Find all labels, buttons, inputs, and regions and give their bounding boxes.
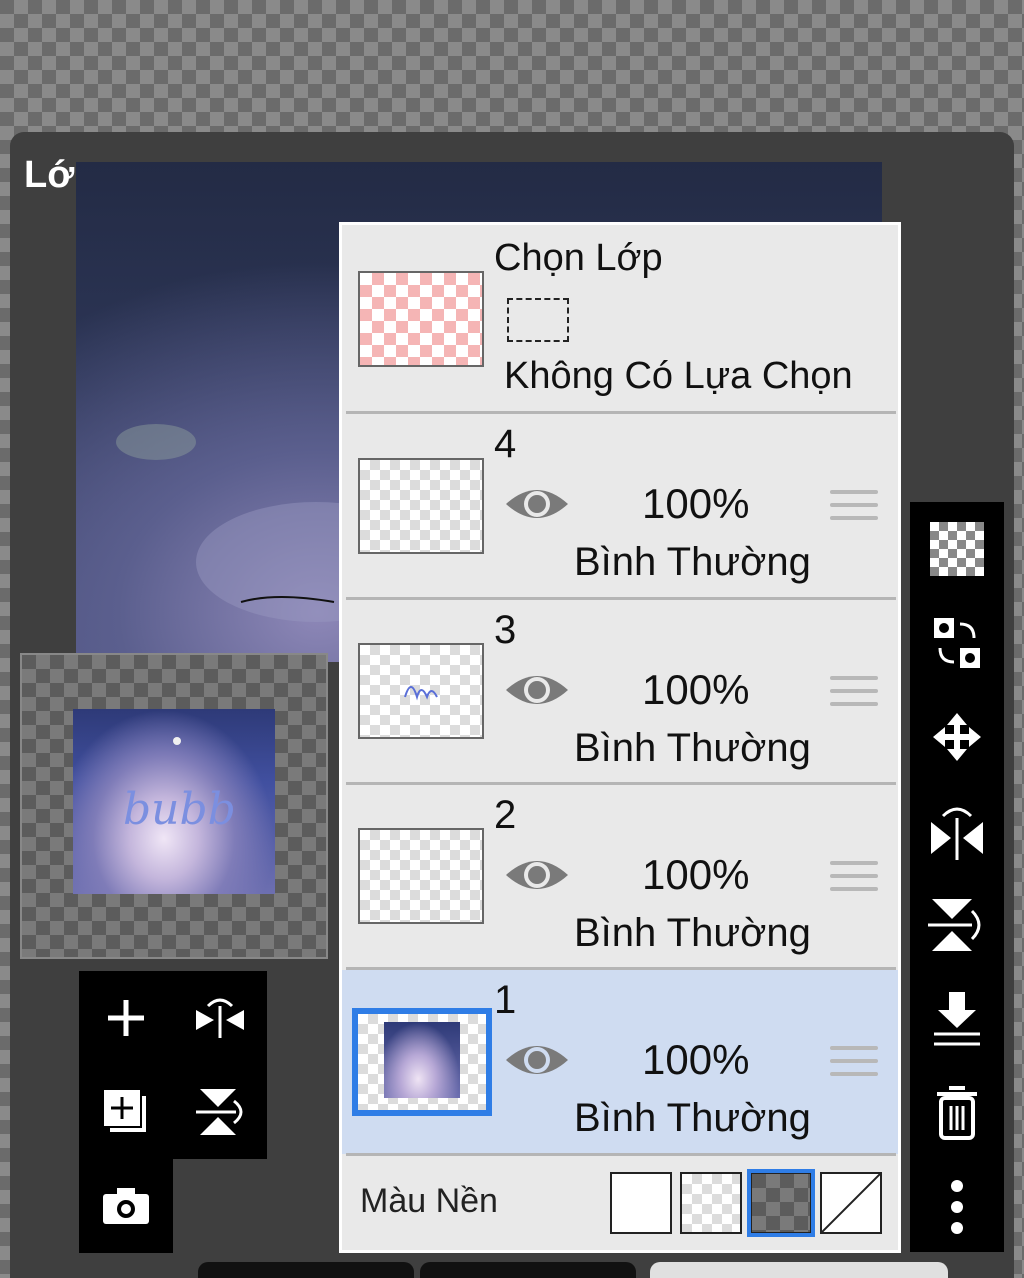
layer-opacity[interactable]: 100% <box>642 480 749 528</box>
camera-button[interactable] <box>79 1159 173 1253</box>
background-none-swatch[interactable] <box>820 1172 882 1234</box>
layer-blend-mode[interactable]: Bình Thường <box>574 1096 811 1141</box>
bottom-tab[interactable] <box>198 1262 414 1278</box>
layer-blend-mode[interactable]: Bình Thường <box>574 911 811 956</box>
background-white-swatch[interactable] <box>610 1172 672 1234</box>
layer-thumbnail <box>358 458 484 554</box>
layer-opacity[interactable]: 100% <box>642 1036 749 1084</box>
preview-watermark: bubb <box>123 784 236 835</box>
layer-thumbnail <box>358 643 484 739</box>
flip-vertical-button[interactable] <box>910 878 1004 972</box>
drag-handle-icon[interactable] <box>830 861 878 891</box>
flip-horizontal-icon <box>931 807 983 860</box>
layer-blend-mode[interactable]: Bình Thường <box>574 540 811 585</box>
add-copy-icon <box>102 1088 148 1134</box>
camera-icon <box>103 1188 149 1224</box>
selection-status: Không Có Lựa Chọn <box>504 355 853 397</box>
drag-handle-icon[interactable] <box>830 1046 878 1076</box>
drag-handle-icon[interactable] <box>830 490 878 520</box>
eye-icon[interactable] <box>504 1038 570 1082</box>
swap-layers-button[interactable] <box>910 596 1004 690</box>
rotate-flip-vertical-button[interactable] <box>173 1065 267 1159</box>
rotate-flip-horizontal-button[interactable] <box>173 971 267 1065</box>
preview-artwork: bubb <box>73 709 275 894</box>
layer-number: 2 <box>494 793 517 837</box>
selection-marquee-icon <box>507 298 569 342</box>
layer-row-1[interactable]: 1 100% Bình Thường <box>342 970 898 1154</box>
bottom-tab[interactable] <box>650 1262 948 1278</box>
selection-title: Chọn Lớp <box>494 237 663 279</box>
more-options-button[interactable] <box>910 1160 1004 1254</box>
flip-vertical-rotate-icon <box>196 1089 243 1135</box>
canvas-preview[interactable]: bubb <box>20 653 328 959</box>
background-color-row: Màu Nền <box>342 1156 898 1253</box>
eye-icon[interactable] <box>504 668 570 712</box>
drag-handle-icon[interactable] <box>830 676 878 706</box>
layer-thumbnail-art <box>384 1022 460 1098</box>
layer-number: 3 <box>494 608 517 652</box>
move-button[interactable] <box>910 690 1004 784</box>
plus-icon <box>108 1000 144 1036</box>
more-vertical-icon <box>951 1180 963 1234</box>
flip-horizontal-button[interactable] <box>910 784 1004 878</box>
layer-opacity[interactable]: 100% <box>642 666 749 714</box>
layer-row-4[interactable]: 4 100% Bình Thường <box>342 414 898 598</box>
swap-icon <box>934 618 980 668</box>
layer-opacity[interactable]: 100% <box>642 851 749 899</box>
add-layer-button[interactable] <box>79 971 173 1065</box>
layer-blend-mode[interactable]: Bình Thường <box>574 726 811 771</box>
bottom-tab[interactable] <box>420 1262 636 1278</box>
layer-thumbnail <box>352 1008 492 1116</box>
selection-thumbnail <box>358 271 484 367</box>
eye-icon[interactable] <box>504 482 570 526</box>
add-layer-copy-button[interactable] <box>79 1065 173 1159</box>
layer-thumbnail <box>358 828 484 924</box>
left-toolbar-bottom <box>79 1159 173 1253</box>
left-toolbar <box>79 971 267 1159</box>
layer-row-3[interactable]: 3 100% Bình Thường <box>342 600 898 784</box>
selection-layer-row[interactable]: Chọn Lớp Không Có Lựa Chọn <box>342 225 898 413</box>
move-arrows-icon <box>933 713 981 761</box>
background-color-label: Màu Nền <box>360 1182 498 1220</box>
eye-icon[interactable] <box>504 853 570 897</box>
checker-icon <box>930 522 984 576</box>
delete-layer-button[interactable] <box>910 1066 1004 1160</box>
background-transparent-light-swatch[interactable] <box>680 1172 742 1234</box>
layer-row-2[interactable]: 2 100% Bình Thường <box>342 785 898 969</box>
transparency-button[interactable] <box>910 502 1004 596</box>
moon-icon <box>173 737 181 745</box>
flip-vertical-icon <box>928 899 981 951</box>
right-toolbar <box>910 502 1004 1252</box>
trash-icon <box>937 1086 977 1140</box>
flip-horizontal-rotate-icon <box>196 998 244 1038</box>
merge-down-icon <box>934 992 980 1046</box>
layers-list: Chọn Lớp Không Có Lựa Chọn 4 100% Bình T… <box>339 222 901 1253</box>
layer-number: 1 <box>494 978 517 1022</box>
layer-number: 4 <box>494 422 517 466</box>
merge-down-button[interactable] <box>910 972 1004 1066</box>
background-transparent-dark-swatch[interactable] <box>747 1169 815 1237</box>
